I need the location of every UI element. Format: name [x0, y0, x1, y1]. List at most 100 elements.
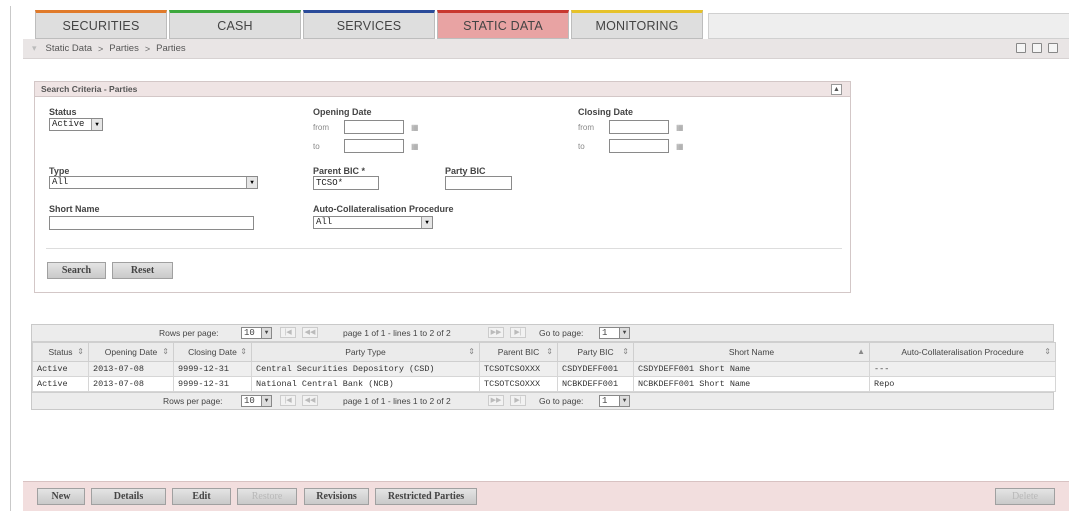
restricted-parties-button[interactable]: Restricted Parties [375, 488, 477, 505]
go-to-page-value: 1 [602, 396, 608, 406]
last-page-icon[interactable]: ▶| [510, 327, 526, 338]
main-content: Search Criteria - Parties ▲ Status Activ… [23, 60, 1069, 481]
breadcrumb-item-parties[interactable]: Parties [109, 43, 139, 54]
short-name-input[interactable] [49, 216, 254, 230]
opening-from-input[interactable] [344, 120, 404, 134]
print-icon[interactable] [1016, 43, 1026, 53]
type-select-value: All [52, 177, 69, 187]
column-label: Auto-Collateralisation Procedure [901, 347, 1024, 357]
status-label: Status [49, 107, 77, 117]
cell-opening-date: 2013-07-08 [88, 361, 174, 377]
table-header-row: Status ⇕ Opening Date ⇕ Closing Date ⇕ Part… [32, 342, 1056, 362]
parties-table: Status ⇕ Opening Date ⇕ Closing Date ⇕ Part… [32, 342, 1056, 392]
acp-label: Auto-Collateralisation Procedure [313, 204, 454, 214]
type-select[interactable]: All ▼ [49, 176, 258, 189]
rows-per-page-select[interactable]: 10 ▼ [241, 395, 272, 407]
closing-to-label: to [578, 142, 585, 151]
column-header-opening-date[interactable]: Opening Date ⇕ [88, 342, 174, 362]
action-bar: New Details Edit Restore Revisions Restr… [23, 481, 1069, 511]
restore-button[interactable]: Restore [237, 488, 297, 505]
column-label: Status [48, 347, 73, 357]
sort-icon: ⇕ [162, 347, 169, 356]
column-label: Parent BIC [497, 347, 540, 357]
calendar-icon[interactable]: ▦ [676, 123, 684, 132]
collapse-icon[interactable]: ▲ [831, 84, 842, 95]
cell-opening-date: 2013-07-08 [88, 376, 174, 392]
table-row[interactable]: Active 2013-07-08 9999-12-31 Central Sec… [32, 361, 1056, 377]
breadcrumb-separator: > [98, 43, 104, 54]
go-to-page-value: 1 [602, 328, 608, 338]
go-to-page-select[interactable]: 1 ▼ [599, 327, 630, 339]
last-page-icon[interactable]: ▶| [510, 395, 526, 406]
calendar-icon[interactable]: ▦ [676, 142, 684, 151]
next-page-icon[interactable]: ▶▶ [488, 327, 504, 338]
closing-from-input[interactable] [609, 120, 669, 134]
table-row[interactable]: Active 2013-07-08 9999-12-31 National Ce… [32, 376, 1056, 392]
rows-per-page-select[interactable]: 10 ▼ [241, 327, 272, 339]
status-select[interactable]: Active ▼ [49, 118, 103, 131]
column-label: Closing Date [188, 347, 237, 357]
acp-select-value: All [316, 217, 333, 227]
opening-to-input[interactable] [344, 139, 404, 153]
rows-per-page-label: Rows per page: [159, 328, 219, 338]
cell-short-name: CSDYDEFF001 Short Name [633, 361, 870, 377]
delete-button[interactable]: Delete [995, 488, 1055, 505]
first-page-icon[interactable]: |◀ [280, 395, 296, 406]
party-bic-input[interactable] [445, 176, 512, 190]
sort-icon: ⇕ [1044, 347, 1051, 356]
column-header-status[interactable]: Status ⇕ [32, 342, 89, 362]
search-button[interactable]: Search [47, 262, 106, 279]
first-page-icon[interactable]: |◀ [280, 327, 296, 338]
calendar-icon[interactable]: ▦ [411, 123, 419, 132]
cell-acp: --- [869, 361, 1056, 377]
search-criteria-panel: Search Criteria - Parties ▲ Status Activ… [34, 81, 851, 293]
cell-status: Active [32, 361, 89, 377]
save-icon[interactable] [1032, 43, 1042, 53]
app-window: SECURITIES CASH SERVICES STATIC DATA MON… [10, 6, 1069, 511]
revisions-button[interactable]: Revisions [304, 488, 369, 505]
tab-static-data[interactable]: STATIC DATA [437, 10, 569, 39]
column-header-closing-date[interactable]: Closing Date ⇕ [173, 342, 252, 362]
column-header-party-type[interactable]: Party Type ⇕ [251, 342, 480, 362]
closing-date-label: Closing Date [578, 107, 634, 117]
prev-page-icon[interactable]: ◀◀ [302, 327, 318, 338]
cell-party-bic: CSDYDEFF001 [557, 361, 634, 377]
tab-monitoring[interactable]: MONITORING [571, 10, 703, 39]
prev-page-icon[interactable]: ◀◀ [302, 395, 318, 406]
rows-per-page-value: 10 [244, 396, 255, 406]
details-button[interactable]: Details [91, 488, 166, 505]
cell-party-type: Central Securities Depository (CSD) [251, 361, 480, 377]
parent-bic-input[interactable]: TCSO* [313, 176, 379, 190]
tab-cash[interactable]: CASH [169, 10, 301, 39]
cell-short-name: NCBKDEFF001 Short Name [633, 376, 870, 392]
parent-bic-label: Parent BIC * [313, 166, 366, 176]
chevron-down-icon: ▼ [261, 328, 271, 338]
acp-select[interactable]: All ▼ [313, 216, 433, 229]
sort-asc-icon: ▲ [857, 347, 865, 356]
sort-icon: ⇕ [546, 347, 553, 356]
tab-services[interactable]: SERVICES [303, 10, 435, 39]
go-to-page-select[interactable]: 1 ▼ [599, 395, 630, 407]
column-label: Party BIC [577, 347, 614, 357]
reset-button[interactable]: Reset [112, 262, 173, 279]
export-icon[interactable] [1048, 43, 1058, 53]
calendar-icon[interactable]: ▦ [411, 142, 419, 151]
column-header-acp[interactable]: Auto-Collateralisation Procedure ⇕ [869, 342, 1056, 362]
short-name-label: Short Name [49, 204, 100, 214]
column-header-short-name[interactable]: Short Name ▲ [633, 342, 870, 362]
next-page-icon[interactable]: ▶▶ [488, 395, 504, 406]
breadcrumb-item-parties-current: Parties [156, 43, 186, 54]
breadcrumb-item-static-data[interactable]: Static Data [46, 43, 92, 54]
pager-bottom: Rows per page: 10 ▼ |◀ ◀◀ page 1 of 1 - l… [32, 392, 1053, 409]
closing-to-input[interactable] [609, 139, 669, 153]
sort-icon: ⇕ [240, 347, 247, 356]
edit-button[interactable]: Edit [172, 488, 231, 505]
home-icon[interactable]: ▾ [32, 43, 37, 54]
cell-parent-bic: TCSOTCSOXXX [479, 376, 558, 392]
column-header-parent-bic[interactable]: Parent BIC ⇕ [479, 342, 558, 362]
new-button[interactable]: New [37, 488, 85, 505]
cell-closing-date: 9999-12-31 [173, 376, 252, 392]
column-header-party-bic[interactable]: Party BIC ⇕ [557, 342, 634, 362]
chevron-down-icon: ▼ [91, 119, 102, 130]
tab-securities[interactable]: SECURITIES [35, 10, 167, 39]
